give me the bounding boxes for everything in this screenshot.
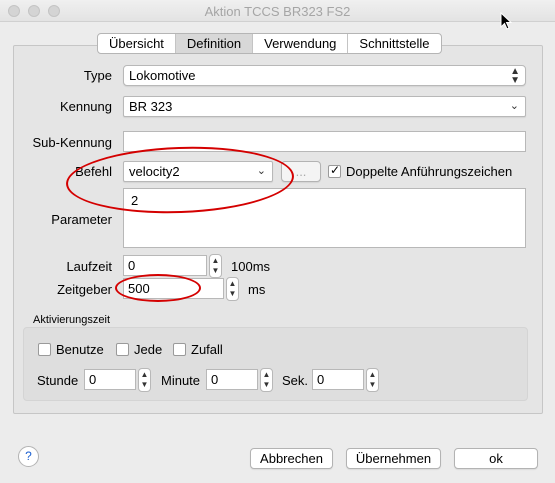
doppelte-checkbox[interactable]	[328, 163, 341, 178]
doppelte-label: Doppelte Anführungszeichen	[346, 164, 513, 179]
mouse-cursor-icon	[500, 12, 512, 30]
benutze-checkbox[interactable]	[38, 343, 51, 356]
ok-button[interactable]: ok	[454, 448, 538, 469]
tab-verwendung[interactable]: Verwendung	[253, 34, 349, 53]
parameter-textarea[interactable]: 2	[123, 188, 526, 248]
laufzeit-input[interactable]: 0	[123, 255, 207, 276]
sek-stepper[interactable]: ▲ ▼	[366, 368, 379, 392]
jede-checkbox[interactable]	[116, 343, 129, 356]
laufzeit-stepper[interactable]: ▲ ▼	[209, 254, 222, 278]
tab-uebersicht[interactable]: Übersicht	[98, 34, 176, 53]
abbrechen-button[interactable]: Abbrechen	[250, 448, 333, 469]
zufall-label: Zufall	[191, 342, 223, 357]
laufzeit-label: Laufzeit	[66, 259, 112, 274]
kennung-combobox[interactable]: BR 323 ⌄	[123, 96, 526, 117]
zeitgeber-input[interactable]: 500	[123, 278, 224, 299]
type-value: Lokomotive	[129, 68, 196, 83]
benutze-label: Benutze	[56, 342, 104, 357]
chevron-down-icon[interactable]: ⌄	[257, 164, 266, 177]
zeitgeber-stepper[interactable]: ▲ ▼	[226, 277, 239, 301]
tab-bar: Übersicht Definition Verwendung Schnitts…	[97, 33, 442, 54]
kennung-value: BR 323	[129, 99, 173, 114]
window-title: Aktion TCCS BR323 FS2	[204, 4, 351, 19]
minute-stepper[interactable]: ▲ ▼	[260, 368, 273, 392]
befehl-combobox[interactable]: velocity2 ⌄	[123, 161, 273, 182]
zeitgeber-label: Zeitgeber	[57, 282, 112, 297]
type-select[interactable]: Lokomotive ▲ ▼	[123, 65, 526, 86]
aktivierungszeit-title: Aktivierungszeit	[33, 314, 111, 326]
chevron-down-icon[interactable]: ⌄	[510, 99, 519, 112]
stunde-input[interactable]: 0	[84, 369, 136, 390]
sek-input[interactable]: 0	[312, 369, 364, 390]
subkennung-label: Sub-Kennung	[32, 135, 112, 150]
jede-label: Jede	[134, 342, 163, 357]
stunde-label: Stunde	[37, 373, 79, 388]
minute-input[interactable]: 0	[206, 369, 258, 390]
zeitgeber-unit: ms	[248, 282, 266, 297]
updown-arrows-icon: ▲ ▼	[510, 66, 520, 86]
zufall-checkbox[interactable]	[173, 343, 186, 356]
parameter-label: Parameter	[51, 212, 112, 227]
kennung-label: Kennung	[59, 99, 112, 114]
minute-label: Minute	[161, 373, 201, 388]
tab-schnittstelle[interactable]: Schnittstelle	[348, 34, 440, 53]
stunde-stepper[interactable]: ▲ ▼	[138, 368, 151, 392]
befehl-label: Befehl	[75, 164, 112, 179]
befehl-browse-button[interactable]: ...	[281, 161, 321, 182]
sek-label: Sek.	[282, 373, 309, 388]
type-label: Type	[83, 68, 112, 83]
tab-definition[interactable]: Definition	[175, 34, 254, 53]
help-icon: ?	[25, 449, 32, 463]
title-bar: Aktion TCCS BR323 FS2	[0, 0, 555, 22]
uebernehmen-button[interactable]: Übernehmen	[346, 448, 441, 469]
help-button[interactable]: ?	[18, 446, 39, 467]
laufzeit-unit: 100ms	[231, 259, 271, 274]
subkennung-input[interactable]	[123, 131, 526, 152]
befehl-value: velocity2	[129, 164, 180, 179]
